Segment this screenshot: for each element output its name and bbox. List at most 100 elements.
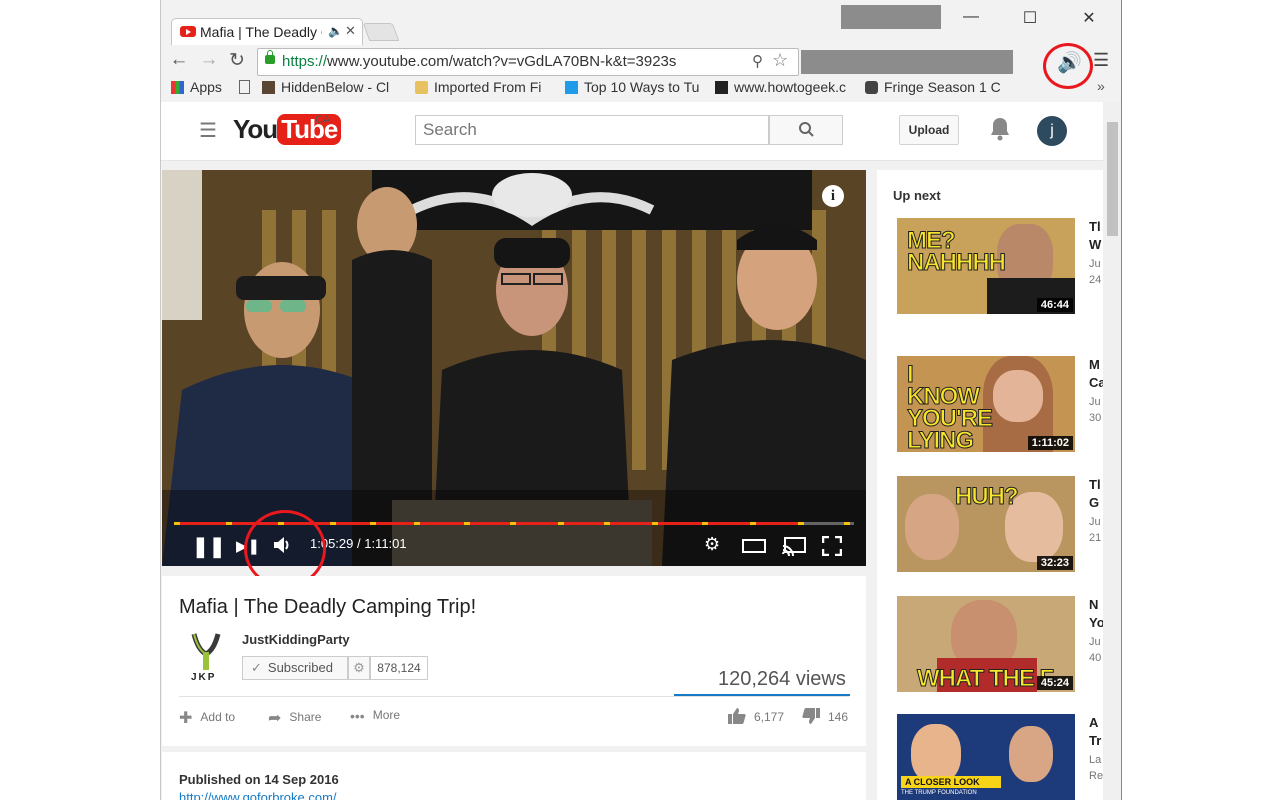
info-icon[interactable]: i	[822, 185, 844, 207]
channel-name[interactable]: JustKiddingParty	[242, 632, 350, 647]
video-player[interactable]: i ❚❚ ▶❚ 1:05:29 / 1:11:01 ⚙	[162, 170, 866, 566]
bookmark-fringe[interactable]: Fringe Season 1 C	[865, 79, 1001, 95]
share-label: Share	[289, 710, 322, 724]
video-thumbnail[interactable]: A CLOSER LOOK THE TRUMP FOUNDATION	[897, 714, 1075, 800]
chrome-menu-icon[interactable]: ☰	[1093, 50, 1109, 71]
minimize-icon[interactable]: —	[956, 8, 986, 26]
ad-marker	[370, 522, 376, 525]
ad-marker	[558, 522, 564, 525]
share-button[interactable]: ➦ Share	[268, 708, 321, 728]
back-icon[interactable]: ←	[167, 49, 191, 71]
more-button[interactable]: ••• More	[350, 708, 400, 724]
guide-menu-icon[interactable]: ☰	[199, 118, 217, 143]
bookmark-howtogeek[interactable]: www.howtogeek.c	[715, 79, 851, 95]
bookmark-imported[interactable]: Imported From Fi	[415, 79, 551, 95]
video-duration: 32:23	[1036, 556, 1073, 570]
youtube-page: ☰ YouTube CA Upload j	[161, 102, 1103, 800]
bookmarks-bar: Apps HiddenBelow - Cl Imported From Fi T…	[161, 78, 1121, 100]
thumbs-down-icon	[802, 708, 820, 724]
ad-marker	[844, 522, 850, 525]
url-text[interactable]: https://www.youtube.com/watch?v=vGdLA70B…	[282, 53, 676, 70]
masthead: ☰ YouTube CA Upload j	[161, 102, 1103, 161]
youtube-logo[interactable]: You Tube CA	[233, 114, 342, 145]
list-item[interactable]: HUH? 32:23 Tl G Ju 21	[893, 476, 1103, 576]
pause-icon[interactable]: ❚❚	[192, 534, 226, 559]
title-bar: Mafia | The Deadly Camping Trip! 🔈 ✕ — ☐…	[161, 0, 1121, 45]
folder-icon	[415, 81, 428, 94]
like-button[interactable]: 6,177	[728, 708, 784, 724]
thumbnail-person	[1009, 726, 1053, 782]
active-tab[interactable]: Mafia | The Deadly Camping Trip! 🔈 ✕	[171, 18, 363, 45]
sentiment-bar	[674, 694, 850, 696]
cast-icon[interactable]	[782, 536, 808, 561]
bookmark-top10[interactable]: Top 10 Ways to Tu	[565, 79, 699, 95]
new-tab-button[interactable]	[362, 23, 400, 41]
url-path: www.youtube.com/watch?v=vGdLA70BN-k&t=39…	[327, 53, 677, 70]
video-title[interactable]: N Yo	[1089, 596, 1103, 632]
video-thumbnail[interactable]: WHAT THE F 45:24	[897, 596, 1075, 692]
search-button[interactable]	[769, 115, 843, 145]
list-item[interactable]: A CLOSER LOOK THE TRUMP FOUNDATION A Tr …	[893, 714, 1103, 800]
fullscreen-icon[interactable]	[821, 535, 843, 561]
bookmark-apps[interactable]: Apps	[171, 79, 222, 95]
channel-logo[interactable]: JKP	[186, 630, 226, 684]
bookmark-label: Apps	[190, 79, 222, 95]
bookmark-label: www.howtogeek.c	[734, 79, 847, 95]
video-meta: La Re	[1089, 754, 1103, 782]
theater-mode-icon[interactable]	[742, 538, 766, 559]
ad-marker	[226, 522, 232, 525]
site-favicon-icon	[262, 81, 275, 94]
description-link[interactable]: http://www.goforbroke.com/	[179, 790, 337, 800]
youtube-favicon-icon	[180, 26, 196, 37]
page-scrollbar[interactable]	[1103, 102, 1121, 800]
video-meta: Ju 30	[1089, 396, 1102, 424]
description-card: Published on 14 Sep 2016 http://www.gofo…	[162, 752, 866, 800]
forward-icon[interactable]: →	[197, 49, 221, 71]
list-item[interactable]: ME? NAHHHH 46:44 Tl W Ju 24	[893, 218, 1103, 318]
video-thumbnail[interactable]: I KNOW YOU'RE LYING 1:11:02	[897, 356, 1075, 452]
upload-button[interactable]: Upload	[899, 115, 959, 145]
bookmark-star-icon[interactable]: ☆	[772, 50, 788, 71]
zoom-icon[interactable]: ⚲	[752, 52, 763, 70]
video-thumbnail[interactable]: ME? NAHHHH 46:44	[897, 218, 1075, 314]
avatar[interactable]: j	[1037, 116, 1067, 146]
video-title[interactable]: Tl W	[1089, 218, 1101, 254]
address-bar[interactable]: https://www.youtube.com/watch?v=vGdLA70B…	[257, 48, 799, 76]
add-to-button[interactable]: ✚ Add to	[179, 708, 235, 728]
maximize-icon[interactable]: ☐	[1015, 8, 1045, 28]
bookmark-hiddenbelow[interactable]: HiddenBelow - Cl	[239, 79, 399, 95]
channel-logo-text: JKP	[191, 672, 217, 683]
duration: 1:11:01	[364, 536, 407, 551]
subscription-settings-icon[interactable]: ⚙	[348, 656, 370, 680]
video-thumbnail[interactable]: HUH? 32:23	[897, 476, 1075, 572]
tab-audio-icon[interactable]: 🔈	[328, 24, 343, 38]
video-meta: Ju 40	[1089, 636, 1102, 664]
video-title[interactable]: A Tr	[1089, 714, 1101, 750]
search-input[interactable]	[416, 116, 760, 144]
tab-title: Mafia | The Deadly Camping Trip!	[200, 24, 322, 40]
dislike-button[interactable]: 146	[802, 708, 848, 724]
thumbs-up-icon	[728, 708, 746, 724]
plus-icon: ✚	[179, 710, 193, 727]
video-title[interactable]: Tl G	[1089, 476, 1101, 512]
ad-marker	[798, 522, 804, 525]
close-window-icon[interactable]: ✕	[1074, 8, 1104, 28]
redacted-extensions	[801, 50, 1013, 74]
scrollbar-thumb[interactable]	[1107, 122, 1118, 236]
video-title[interactable]: M Ca	[1089, 356, 1103, 392]
tab-close-icon[interactable]: ✕	[345, 23, 356, 39]
list-item[interactable]: I KNOW YOU'RE LYING 1:11:02 M Ca Ju 30	[893, 356, 1103, 456]
up-next-heading: Up next	[893, 188, 941, 203]
thumbnail-caption: A CLOSER LOOK	[901, 776, 1001, 788]
notifications-bell-icon[interactable]	[989, 116, 1011, 147]
up-next-sidebar: Up next ME? NAHHHH 46:44 Tl W Ju 24 I KN…	[877, 170, 1103, 800]
ad-marker	[174, 522, 180, 525]
subscribed-button[interactable]: ✓ Subscribed	[242, 656, 348, 680]
apps-grid-icon	[171, 81, 184, 94]
settings-gear-icon[interactable]: ⚙	[704, 534, 720, 555]
url-scheme: https://	[282, 53, 328, 70]
bookmarks-overflow-icon[interactable]: »	[1097, 78, 1105, 94]
list-item[interactable]: WHAT THE F 45:24 N Yo Ju 40	[893, 596, 1103, 696]
time-separator: /	[353, 536, 365, 551]
reload-icon[interactable]: ↻	[225, 49, 249, 72]
